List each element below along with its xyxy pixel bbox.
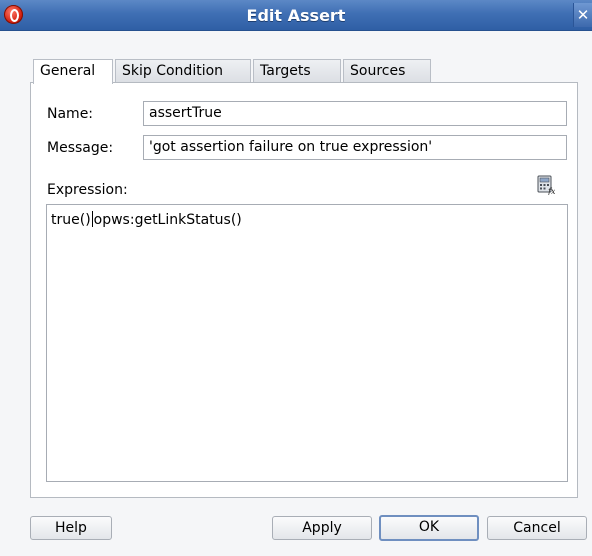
close-icon[interactable]: ✕ bbox=[573, 3, 592, 27]
tab-sources-label: Sources bbox=[350, 63, 406, 79]
expression-text-before-caret: true() bbox=[51, 212, 91, 228]
edit-assert-dialog: Edit Assert ✕ General Skip Condition Tar… bbox=[0, 0, 592, 556]
expression-label: Expression: bbox=[47, 182, 128, 198]
tab-sources[interactable]: Sources bbox=[343, 59, 431, 82]
help-button-label: Help bbox=[55, 520, 87, 536]
message-field[interactable]: 'got assertion failure on true expressio… bbox=[143, 135, 567, 160]
tab-general-label: General bbox=[40, 63, 96, 79]
expression-editor[interactable]: true() opws:getLinkStatus() bbox=[46, 204, 568, 482]
help-button[interactable]: Help bbox=[30, 516, 112, 540]
tab-targets[interactable]: Targets bbox=[253, 59, 341, 82]
expression-text-after-caret: opws:getLinkStatus() bbox=[93, 212, 242, 228]
tab-skip-condition-label: Skip Condition bbox=[122, 63, 224, 79]
ok-button-label: OK bbox=[418, 519, 440, 535]
name-label: Name: bbox=[47, 106, 94, 122]
ok-button[interactable]: OK bbox=[379, 515, 479, 541]
text-caret bbox=[91, 211, 93, 227]
tab-targets-label: Targets bbox=[260, 63, 311, 79]
message-label: Message: bbox=[47, 140, 114, 156]
name-field[interactable]: assertTrue bbox=[143, 101, 567, 126]
svg-text:fx: fx bbox=[547, 187, 555, 195]
tab-general[interactable]: General bbox=[33, 59, 113, 84]
tab-skip-condition[interactable]: Skip Condition bbox=[115, 59, 251, 82]
expression-builder-icon[interactable]: fx bbox=[537, 175, 556, 196]
window-title: Edit Assert bbox=[246, 6, 346, 25]
apply-button-label: Apply bbox=[302, 520, 342, 536]
title-bar: Edit Assert ✕ bbox=[0, 0, 592, 31]
cancel-button-label: Cancel bbox=[513, 520, 561, 536]
apply-button[interactable]: Apply bbox=[272, 516, 372, 540]
cancel-button[interactable]: Cancel bbox=[487, 516, 587, 540]
